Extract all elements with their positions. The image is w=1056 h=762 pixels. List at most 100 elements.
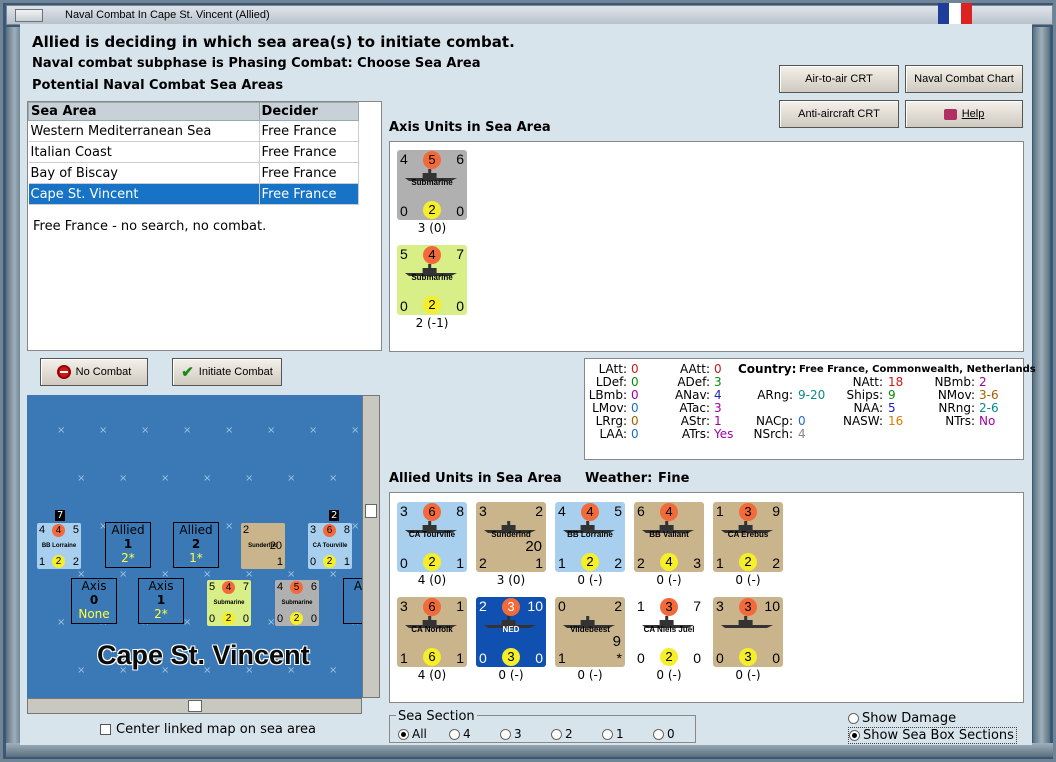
unit-name: Sunderlnd <box>491 530 531 539</box>
sea-section-option[interactable]: 2 <box>551 727 573 741</box>
stat-value: 9 <box>888 388 896 402</box>
unit-counter[interactable]: 3 1 6 CA Norfolk 1 1 6 <box>397 597 467 667</box>
sea-mark: × <box>225 521 234 532</box>
table-row[interactable]: Bay of Biscay Free France <box>28 162 360 184</box>
map-unit-counter[interactable]: 2 20 Sunderlnd 1 <box>241 523 285 569</box>
no-combat-button[interactable]: No Combat <box>40 358 148 386</box>
stat-top-right: 9 <box>772 503 780 519</box>
unit-counter[interactable]: 3 2 20 Sunderlnd 2 1 <box>476 502 546 572</box>
map-unit-counter[interactable]: 3 6 8 CA Tourville 0 2 1 <box>308 523 352 569</box>
system-menu-button[interactable] <box>15 9 43 22</box>
stat-top-circle: 4 <box>660 503 678 521</box>
subphase-text: Naval combat subphase is Phasing Combat:… <box>32 56 481 71</box>
radio-dot[interactable] <box>500 729 511 740</box>
stat-bottom-circle: 2 <box>739 553 757 571</box>
radio-dot[interactable] <box>398 729 409 740</box>
center-map-checkbox[interactable]: Center linked map on sea area <box>100 722 316 737</box>
show-sea-box-sections-radio[interactable]: Show Sea Box Sections <box>848 727 1017 744</box>
stat-bottom-left: 2 <box>479 555 487 571</box>
radio-dot[interactable] <box>602 729 613 740</box>
radio-dot[interactable] <box>449 729 460 740</box>
stat-value: 2-6 <box>979 401 999 415</box>
col-sea-area[interactable]: Sea Area <box>28 102 260 121</box>
stat-bottom-left: 0 <box>637 650 645 666</box>
air-to-air-crt-button[interactable]: Air-to-air CRT <box>779 65 899 93</box>
stat-top-left: 5 <box>400 246 408 262</box>
table-row-selected[interactable]: Cape St. Vincent Free France <box>28 183 360 205</box>
stat-value: 0 <box>798 414 806 428</box>
unit-counter[interactable]: 5 7 4 Submarine 0 0 2 <box>397 245 467 315</box>
radio-dot[interactable] <box>849 730 860 741</box>
sea-section-label: Sea Section <box>396 709 477 724</box>
stat-top-left: 2 <box>479 598 487 614</box>
stat-bottom-right: 0 <box>772 650 780 666</box>
unit-counter[interactable]: 1 7 3 CA Niels Juel 0 0 2 <box>634 597 704 667</box>
stat-label: AStr: <box>680 414 710 428</box>
stat-top-left: 4 <box>400 151 408 167</box>
sea-section-option[interactable]: 0 <box>653 727 675 741</box>
anti-aircraft-crt-button[interactable]: Anti-aircraft CRT <box>779 100 899 128</box>
map-unit-counter[interactable]: 4 4 5 BB Lorraine 1 2 2 <box>37 523 81 569</box>
stat-bottom-right: 0 <box>535 650 543 666</box>
sea-mark: × <box>119 473 128 484</box>
unit-counter[interactable]: 4 5 4 BB Lorraine 1 2 2 <box>555 502 625 572</box>
sea-section-option[interactable]: All <box>398 727 427 741</box>
stat-label: NAtt: <box>852 375 883 389</box>
map-vscroll-thumb[interactable] <box>365 504 377 518</box>
sea-box-allied2[interactable]: Allied 2 1* <box>173 522 219 568</box>
book-icon <box>943 108 957 120</box>
unit-counter[interactable]: 2 10 3 NED 0 0 3 <box>476 597 546 667</box>
col-decider[interactable]: Decider <box>258 102 360 121</box>
map-unit-counter[interactable]: 4 5 6 Submarine 0 2 0 <box>275 580 319 626</box>
sea-mark: × <box>309 425 318 436</box>
stat-top-left: 3 <box>716 598 724 614</box>
radio-dot[interactable] <box>653 729 664 740</box>
initiate-combat-button[interactable]: ✔ Initiate Combat <box>172 358 282 386</box>
radio-dot[interactable] <box>848 713 859 724</box>
stat-bottom-right: 2 <box>772 555 780 571</box>
stat-label: NSrch: <box>753 427 793 441</box>
unit-name: CA Norfolk <box>411 625 453 634</box>
map-horizontal-scrollbar[interactable] <box>27 698 362 714</box>
stat-value: 5 <box>888 401 896 415</box>
sea-box-allied1[interactable]: Allied 1 2* <box>105 522 151 568</box>
stat-bottom-circle: 2 <box>660 648 678 666</box>
sea-section-option[interactable]: 3 <box>500 727 522 741</box>
sea-mark: × <box>329 569 338 580</box>
table-row[interactable]: Italian Coast Free France <box>28 141 360 163</box>
map-unit-counter[interactable]: 5 4 7 Submarine 0 2 0 <box>207 580 251 626</box>
help-button[interactable]: Help <box>905 100 1023 128</box>
naval-combat-chart-button[interactable]: Naval Combat Chart <box>905 65 1023 93</box>
sea-map[interactable]: ××××××××××××××××××××××××××××××××××××××××… <box>27 395 362 698</box>
stat-top-circle: 4 <box>423 246 441 264</box>
unit-counter[interactable]: 3 8 6 CA Tourville 0 1 2 <box>397 502 467 572</box>
sea-mark: × <box>99 425 108 436</box>
unit-strength-text: 0 (-) <box>498 668 524 682</box>
show-damage-radio[interactable]: Show Damage <box>848 711 956 726</box>
checkbox-box[interactable] <box>100 724 111 735</box>
map-hscroll-thumb[interactable] <box>188 700 202 712</box>
stat-top-circle: 6 <box>423 503 441 521</box>
country-value: Free France, Commonwealth, Netherlands <box>799 364 1036 375</box>
stat-bottom-right: 0 <box>456 298 464 314</box>
unit-counter[interactable]: 0 2 9 Vildebeest 1 * <box>555 597 625 667</box>
unit-counter[interactable]: 4 6 5 Submarine 0 0 2 <box>397 150 467 220</box>
radio-dot[interactable] <box>551 729 562 740</box>
sea-box-partial[interactable]: A <box>343 578 362 624</box>
stat-value: Yes <box>714 427 734 441</box>
ship-icon <box>721 616 773 628</box>
unit-counter[interactable]: 1 9 3 CA Erebus 1 2 2 <box>713 502 783 572</box>
stat-label: NACp: <box>755 414 793 428</box>
map-vertical-scrollbar[interactable] <box>362 395 380 698</box>
sea-section-option[interactable]: 1 <box>602 727 624 741</box>
stat-top-right: 10 <box>527 598 543 614</box>
unit-name: BB Lorraine <box>567 530 613 539</box>
stat-value: 0 <box>631 401 639 415</box>
sea-section-option[interactable]: 4 <box>449 727 471 741</box>
sea-box-axis0[interactable]: Axis 0 None <box>71 578 117 624</box>
unit-counter[interactable]: 6 4 BB Valiant 2 3 4 <box>634 502 704 572</box>
table-row[interactable]: Western Mediterranean Sea Free France <box>28 120 360 142</box>
sea-box-axis1[interactable]: Axis 1 2* <box>138 578 184 624</box>
stat-bottom-left: 2 <box>637 555 645 571</box>
unit-counter[interactable]: 3 10 3 0 0 3 <box>713 597 783 667</box>
